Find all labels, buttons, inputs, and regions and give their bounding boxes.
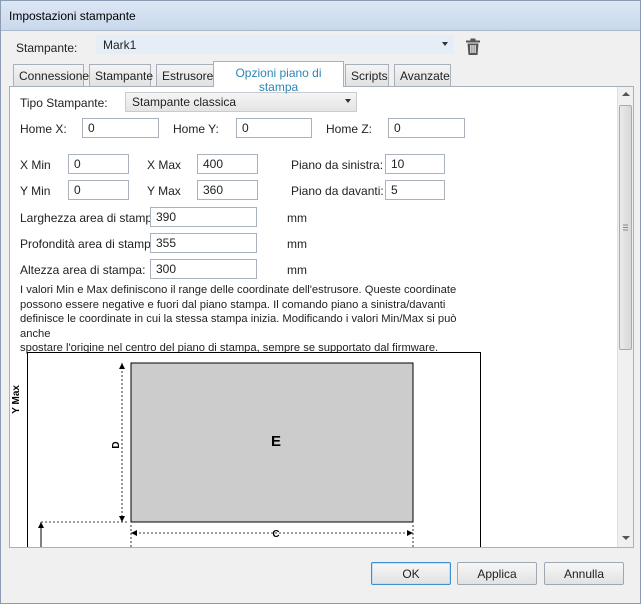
printer-type-select[interactable]: Stampante classica	[125, 92, 357, 112]
printer-select-value: Mark1	[103, 38, 137, 52]
tab-stampante[interactable]: Stampante	[89, 64, 153, 86]
title-bar: Impostazioni stampante	[1, 1, 640, 31]
home-z-label: Home Z:	[326, 122, 373, 136]
printer-select[interactable]: Mark1	[96, 35, 454, 54]
printer-type-label: Tipo Stampante:	[20, 96, 108, 110]
printer-label: Stampante:	[16, 41, 78, 55]
bed-front-label: Piano da davanti:	[291, 184, 384, 198]
apply-button[interactable]: Applica	[457, 562, 537, 585]
bed-diagram: D E C	[27, 352, 481, 547]
depth-marker: D	[111, 441, 122, 448]
scrollbar-thumb[interactable]	[619, 105, 632, 350]
home-y-label: Home Y:	[173, 122, 219, 136]
tab-connessione[interactable]: Connessione	[13, 64, 89, 86]
x-max-label: X Max	[147, 158, 182, 172]
ok-button[interactable]: OK	[371, 562, 451, 585]
info-line: definisce le coordinate in cui la stessa…	[20, 313, 457, 340]
cancel-button[interactable]: Annulla	[544, 562, 624, 585]
width-marker: C	[272, 529, 279, 540]
print-depth-input[interactable]: 355	[150, 233, 257, 253]
print-depth-unit: mm	[287, 237, 307, 251]
info-line: I valori Min e Max definiscono il range …	[20, 284, 457, 296]
info-line: possono essere negative e fuori dal pian…	[20, 298, 446, 311]
bed-left-label: Piano da sinistra:	[291, 158, 384, 172]
area-marker: E	[271, 433, 281, 450]
chevron-down-icon	[442, 42, 448, 46]
y-max-label: Y Max	[147, 184, 181, 198]
home-x-input[interactable]: 0	[82, 118, 159, 138]
print-height-input[interactable]: 300	[150, 259, 257, 279]
tab-estrusore[interactable]: Estrusore	[156, 64, 214, 86]
print-width-input[interactable]: 390	[150, 207, 257, 227]
print-depth-label: Profondità area di stampa:	[20, 237, 161, 251]
scroll-up-arrow-icon[interactable]	[622, 92, 630, 96]
tab-scripts[interactable]: Scripts	[345, 64, 389, 86]
chevron-down-icon	[345, 99, 351, 103]
origin-arrow	[38, 522, 44, 528]
scroll-down-arrow-icon[interactable]	[622, 536, 630, 540]
y-min-label: Y Min	[20, 184, 51, 198]
print-height-unit: mm	[287, 263, 307, 277]
info-text: I valori Min e Max definiscono il range …	[20, 283, 490, 356]
print-height-label: Altezza area di stampa:	[20, 263, 146, 277]
bed-front-input[interactable]: 5	[385, 180, 445, 200]
printer-type-value: Stampante classica	[132, 95, 237, 109]
x-max-input[interactable]: 400	[197, 154, 258, 174]
diagram-y-axis-label: Y Max	[10, 380, 24, 430]
y-max-axis-text: Y Max	[11, 385, 22, 414]
print-width-unit: mm	[287, 211, 307, 225]
home-x-label: Home X:	[20, 122, 67, 136]
y-min-input[interactable]: 0	[68, 180, 129, 200]
x-min-input[interactable]: 0	[68, 154, 129, 174]
home-z-input[interactable]: 0	[388, 118, 465, 138]
print-width-label: Larghezza area di stampa:	[20, 211, 163, 225]
window-title: Impostazioni stampante	[9, 9, 136, 23]
vertical-scrollbar[interactable]	[617, 87, 633, 547]
trash-icon[interactable]	[465, 38, 481, 56]
home-y-input[interactable]: 0	[236, 118, 312, 138]
y-max-input[interactable]: 360	[197, 180, 258, 200]
bed-options-panel: Tipo Stampante: Stampante classica Home …	[9, 86, 634, 548]
bed-left-input[interactable]: 10	[385, 154, 445, 174]
tab-avanzate[interactable]: Avanzate	[394, 64, 451, 86]
printer-settings-window: Impostazioni stampante Stampante: Mark1 …	[0, 0, 641, 604]
x-min-label: X Min	[20, 158, 51, 172]
tab-opzioni-piano-di-stampa[interactable]: Opzioni piano di stampa	[213, 61, 344, 94]
